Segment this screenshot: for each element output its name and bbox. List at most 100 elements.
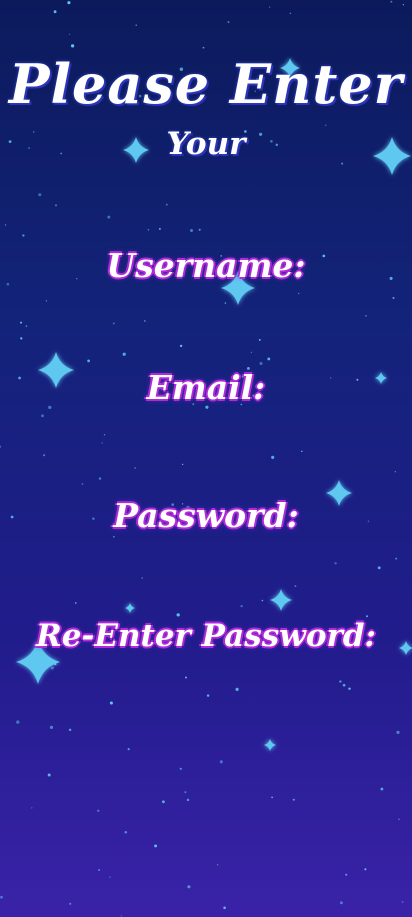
star-dot [206,694,210,697]
star-dot [113,536,115,538]
star-dot [122,352,126,356]
star-dot [342,683,346,687]
star-dot [98,869,100,871]
password-field-label[interactable]: Password: [0,496,412,535]
star-dot [127,747,130,751]
star-dot [45,300,48,302]
star-dot [261,599,264,602]
star-dot [165,203,168,206]
star-dot [87,359,90,363]
star-dot [364,868,367,871]
star-dot [144,320,146,322]
star-dot [198,228,201,231]
sparkle-star-icon [270,589,292,611]
star-dot [345,873,348,876]
star-dot [216,864,219,866]
page-title: Please Enter [8,52,404,116]
star-dot [294,585,297,587]
star-dot [395,557,398,560]
sparkle-star-icon [125,603,135,613]
star-dot [398,818,400,821]
star-dot [120,915,122,917]
star-dot [240,604,243,608]
star-dot [258,338,261,341]
star-dot [190,229,193,232]
star-dot [53,10,57,14]
star-dot [31,807,33,809]
star-dot [366,615,368,618]
star-dot [69,902,72,905]
star-dot [0,445,2,448]
star-dot [377,566,381,570]
star-dot [25,325,28,327]
star-dot [81,482,84,485]
page-subtitle: Your [166,126,246,162]
star-dot [267,357,271,361]
star-dot [339,901,343,905]
star-dot [219,760,223,764]
star-dot [98,477,102,480]
star-dot [67,1,71,5]
star-dot [101,442,103,444]
star-dot [20,337,23,340]
star-dot [158,227,161,230]
star-dot [227,21,230,24]
star-dot [41,414,44,418]
star-dot [380,787,384,791]
star-dot [154,844,158,848]
star-dot [22,234,25,237]
star-dot [187,885,191,889]
star-dot [176,613,180,617]
star-dot [259,361,263,366]
star-dot [50,666,54,670]
star-dot [147,228,150,231]
star-dot [179,344,183,348]
star-dot [348,687,351,690]
star-dot [70,44,75,48]
star-dot [0,895,3,899]
star-dot [185,676,187,679]
star-dot [394,471,396,473]
star-dot [4,224,7,226]
star-dot [365,315,367,317]
star-dot [74,602,77,604]
star-dot [202,46,205,49]
star-dot [68,728,72,732]
star-dot [402,3,405,6]
star-dot [271,455,275,459]
star-dot [20,321,22,324]
star-dot [162,800,165,804]
star-dot [184,791,187,794]
star-dot [179,767,182,770]
star-dot [47,773,51,777]
star-dot [223,906,226,910]
star-dot [186,798,190,802]
star-dot [109,701,113,705]
reenter-password-field-label[interactable]: Re-Enter Password: [0,618,412,654]
star-dot [268,6,271,8]
star-dot [392,296,395,300]
star-dot [107,215,111,219]
star-dot [271,796,273,799]
star-dot [109,876,111,878]
star-dot [181,463,184,466]
star-dot [235,687,239,692]
star-dot [112,322,115,325]
star-dot [141,577,143,579]
star-dot [135,24,137,26]
star-dot [289,12,292,15]
star-dot [43,454,46,457]
star-dot [134,467,136,469]
star-dot [49,725,54,729]
email-field-label[interactable]: Email: [0,368,412,407]
sparkle-star-icon [264,739,276,751]
username-field-label[interactable]: Username: [0,246,412,285]
star-dot [300,450,303,453]
star-dot [396,730,400,735]
star-dot [54,204,58,207]
star-dot [401,901,404,903]
star-dot [339,680,342,683]
star-dot [68,33,71,35]
star-dot [341,162,344,165]
star-dot [97,809,100,812]
